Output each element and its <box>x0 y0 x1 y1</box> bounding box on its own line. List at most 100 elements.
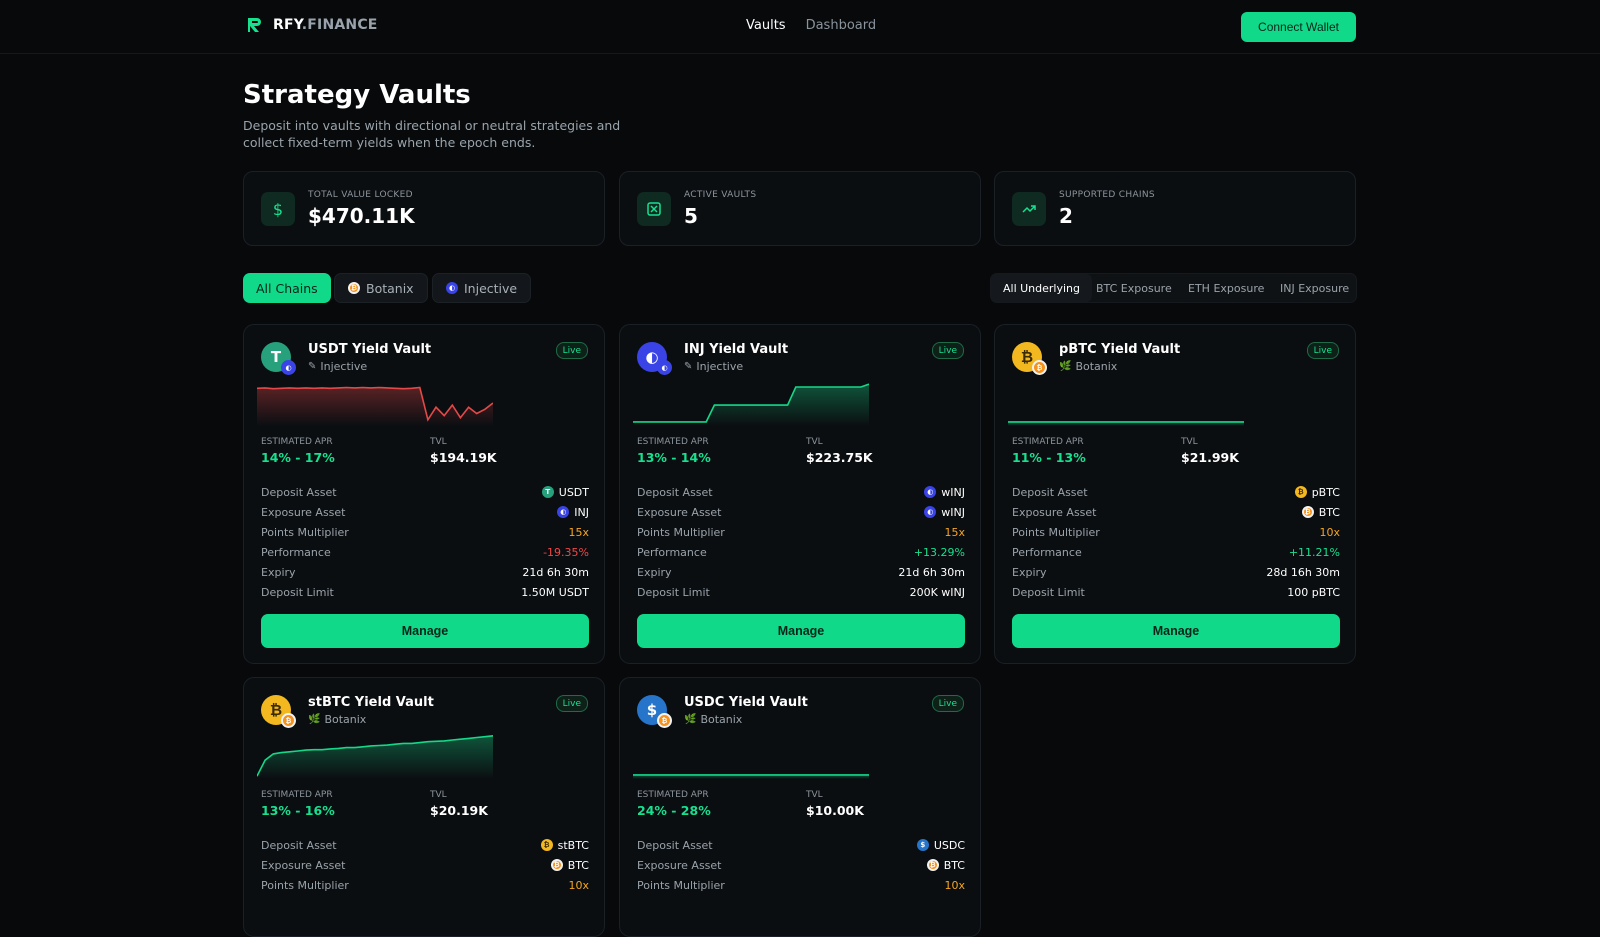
manage-button[interactable]: Manage <box>261 614 589 648</box>
filter-all-chains[interactable]: All Chains <box>243 273 331 303</box>
row-value-text: 10x <box>944 878 965 892</box>
vault-chain: 🌿 Botanix <box>684 713 742 726</box>
row-value-text: USDC <box>933 838 965 852</box>
expiry-row: Expiry 28d 16h 30m <box>1012 562 1340 582</box>
filter-all-underlying[interactable]: All Underlying <box>991 274 1093 302</box>
injective-chain-icon: ✎ <box>308 361 317 372</box>
stat-card-supported-chains: SUPPORTED CHAINS 2 <box>994 171 1356 246</box>
row-value: 21d 6h 30m <box>522 566 589 579</box>
tvl-value: $21.99K <box>1181 450 1239 465</box>
filter-eth-exposure[interactable]: ETH Exposure <box>1188 274 1264 302</box>
tvl-label: TVL <box>430 437 447 447</box>
row-label: Deposit Limit <box>261 585 334 599</box>
expiry-row: Expiry 21d 6h 30m <box>637 562 965 582</box>
deposit-asset-row: Deposit Asset $ USDC <box>637 835 965 855</box>
connect-wallet-button[interactable]: Connect Wallet <box>1241 12 1356 42</box>
apr-value: 13% - 16% <box>261 803 335 818</box>
manage-button[interactable]: Manage <box>1012 614 1340 648</box>
injective-icon: ◐ <box>657 360 672 375</box>
row-value: +13.29% <box>914 546 965 559</box>
deposit-asset-row: Deposit Asset ◐ wINJ <box>637 482 965 502</box>
row-value-text: 21d 6h 30m <box>522 565 589 579</box>
brand-name-a: RFY <box>273 17 302 33</box>
tvl-value: $10.00K <box>806 803 864 818</box>
row-label: Points Multiplier <box>637 878 725 892</box>
row-value: 100 pBTC <box>1287 586 1340 599</box>
row-value: ₿ pBTC <box>1294 486 1340 499</box>
top-navbar: RFY.FINANCE Vaults Dashboard Connect Wal… <box>0 0 1600 54</box>
sparkline-area <box>257 387 493 426</box>
filter-label: All Chains <box>256 280 318 296</box>
row-label: Expiry <box>1012 565 1047 579</box>
row-value: ₿ BTC <box>550 859 589 872</box>
botanix-chain-icon: 🌿 <box>684 714 697 725</box>
performance-row: Performance -19.35% <box>261 542 589 562</box>
row-value-text: 15x <box>944 525 965 539</box>
vault-chain: ✎ Injective <box>308 360 367 373</box>
stat-value: $470.11K <box>308 204 415 228</box>
vault-chain-label: Injective <box>320 360 368 373</box>
row-value-text: 15x <box>568 525 589 539</box>
performance-row: Performance +13.29% <box>637 542 965 562</box>
apr-value: 24% - 28% <box>637 803 711 818</box>
tvl-label: TVL <box>806 790 823 800</box>
points-multiplier-row: Points Multiplier 10x <box>1012 522 1340 542</box>
deposit-limit-row: Deposit Limit 1.50M USDT <box>261 582 589 602</box>
vault-name: stBTC Yield Vault <box>308 695 434 710</box>
row-value-text: 100 pBTC <box>1287 585 1340 599</box>
vault-chain: ✎ Injective <box>684 360 743 373</box>
deposit-asset-row: Deposit Asset ₿ pBTC <box>1012 482 1340 502</box>
live-badge: Live <box>555 342 588 359</box>
row-label: Deposit Asset <box>637 485 713 499</box>
row-label: Exposure Asset <box>637 505 722 519</box>
performance-row: Performance +11.21% <box>1012 542 1340 562</box>
vault-card: ₿ ₿ stBTC Yield Vault 🌿 Botanix Live ESTIM… <box>243 677 605 937</box>
vault-details: Deposit Asset ₿ pBTC Exposure Asset ₿ BTC Poin… <box>1012 482 1340 602</box>
deposit-asset-row: Deposit Asset ₿ stBTC <box>261 835 589 855</box>
vault-details: Deposit Asset $ USDC Exposure Asset ₿ BTC Poin… <box>637 835 965 895</box>
nav-dashboard[interactable]: Dashboard <box>806 18 877 33</box>
vault-sparkline <box>633 383 869 426</box>
row-value-text: +13.29% <box>913 545 965 559</box>
row-label: Deposit Asset <box>637 838 713 852</box>
row-label: Points Multiplier <box>637 525 725 539</box>
vault-asset-icon: ₿ ₿ <box>1012 342 1047 376</box>
vault-asset-icon: T ◐ <box>261 342 296 376</box>
live-badge: Live <box>1306 342 1339 359</box>
row-value-text: 21d 6h 30m <box>898 565 965 579</box>
filter-inj-exposure[interactable]: INJ Exposure <box>1280 274 1349 302</box>
live-label: Live <box>938 698 957 709</box>
apr-label: ESTIMATED APR <box>261 437 333 447</box>
row-value-text: 10x <box>568 878 589 892</box>
row-value: 28d 16h 30m <box>1266 566 1340 579</box>
stat-card-tvl: $ TOTAL VALUE LOCKED $470.11K <box>243 171 605 246</box>
row-label: Exposure Asset <box>261 505 346 519</box>
vault-chain-label: Botanix <box>700 713 743 726</box>
tvl-label: TVL <box>430 790 447 800</box>
row-label: Expiry <box>637 565 672 579</box>
sparkline-area <box>257 735 493 779</box>
underlying-filter-group: All Underlying BTC Exposure ETH Exposure… <box>990 273 1357 303</box>
row-value: ₿ BTC <box>1301 506 1340 519</box>
brand-logo[interactable]: RFY.FINANCE <box>245 15 378 35</box>
nav-vaults[interactable]: Vaults <box>746 18 786 33</box>
points-multiplier-row: Points Multiplier 15x <box>637 522 965 542</box>
row-value-text: 1.50M USDT <box>521 585 589 599</box>
filter-injective[interactable]: ◐ Injective <box>432 273 532 303</box>
row-value: ₿ stBTC <box>540 839 589 852</box>
deposit-asset-row: Deposit Asset T USDT <box>261 482 589 502</box>
row-value: 15x <box>944 526 965 539</box>
vault-sparkline <box>1008 421 1244 426</box>
row-value: ◐ wINJ <box>924 486 965 499</box>
vault-name: INJ Yield Vault <box>684 342 789 357</box>
vault-chain: 🌿 Botanix <box>1059 360 1117 373</box>
row-label: Exposure Asset <box>637 858 722 872</box>
vault-details: Deposit Asset ◐ wINJ Exposure Asset ◐ wINJ Poi… <box>637 482 965 602</box>
filter-btc-exposure[interactable]: BTC Exposure <box>1096 274 1172 302</box>
manage-button[interactable]: Manage <box>637 614 965 648</box>
deposit-limit-row: Deposit Limit 200K wINJ <box>637 582 965 602</box>
btc-icon: ₿ <box>281 713 296 728</box>
botanix-chain-icon: 🌿 <box>1059 361 1072 372</box>
vault-chain: 🌿 Botanix <box>308 713 366 726</box>
filter-botanix[interactable]: ₿ Botanix <box>334 273 428 303</box>
